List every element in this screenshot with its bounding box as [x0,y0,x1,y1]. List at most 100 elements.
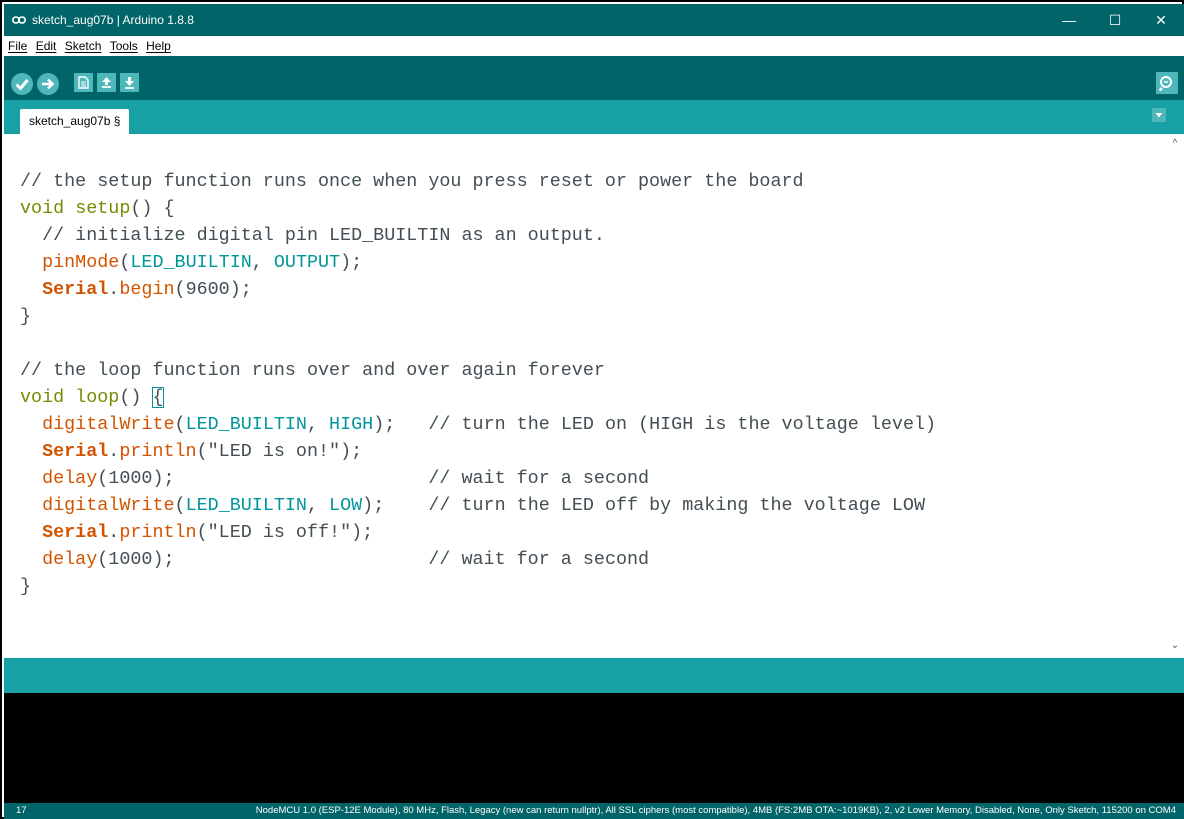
save-icon [125,77,134,89]
title-bar: sketch_aug07b | Arduino 1.8.8 — ☐ ✕ [4,4,1184,36]
code-token: . [108,522,120,543]
code-line[interactable]: digitalWrite(LED_BUILTIN, HIGH); // turn… [20,411,936,438]
line-number: 17 [16,805,27,816]
new-icon [78,76,89,89]
console-output[interactable] [4,693,1184,803]
tab-sketch[interactable]: sketch_aug07b § [20,109,130,134]
arduino-ide-window: sketch_aug07b | Arduino 1.8.8 — ☐ ✕ File… [0,0,1184,819]
open-button[interactable] [97,73,116,92]
code-token: ( [119,252,131,273]
code-token: // initialize digital pin LED_BUILTIN as… [20,225,605,246]
code-token: // turn the LED off by making the voltag… [428,495,926,516]
verify-icon [15,79,29,91]
code-token: // wait for a second [428,549,650,570]
code-token: ); [340,252,363,273]
message-bar [4,658,1184,693]
code-token: LOW [329,495,363,516]
code-token: // the setup function runs once when you… [20,171,804,192]
code-token: (1000); [97,549,429,570]
close-button[interactable]: ✕ [1138,4,1184,36]
code-token: . [108,441,120,462]
code-token: LED_BUILTIN [185,414,307,435]
code-token: digitalWrite [42,495,175,516]
serial-monitor-button[interactable] [1156,72,1178,94]
window-title: sketch_aug07b | Arduino 1.8.8 [32,13,194,27]
code-line[interactable]: void loop() { [20,384,936,411]
code-token: Serial [42,279,109,300]
code-token: (1000); [97,468,429,489]
code-token: OUTPUT [273,252,341,273]
arduino-logo-icon [12,16,26,24]
code-token: () { [130,198,175,219]
code-token: ("LED is on!"); [196,441,363,462]
maximize-button[interactable]: ☐ [1092,4,1138,36]
code-line[interactable] [20,330,936,357]
code-text[interactable]: // the setup function runs once when you… [20,168,936,600]
code-token: // the loop function runs over and over … [20,360,605,381]
code-token: delay [42,468,98,489]
serial-monitor-icon [1158,76,1172,92]
code-token: Serial [42,522,109,543]
menu-file[interactable]: File [6,36,29,53]
code-token: ); [362,495,429,516]
code-token: . [108,279,120,300]
code-token: void [20,198,65,219]
menu-bar: File Edit Sketch Tools Help [4,36,1184,56]
code-line[interactable]: Serial.println("LED is off!"); [20,519,936,546]
code-line[interactable]: delay(1000); // wait for a second [20,465,936,492]
menu-tools[interactable]: Tools [108,36,140,53]
code-token: digitalWrite [42,414,175,435]
code-line[interactable]: pinMode(LED_BUILTIN, OUTPUT); [20,249,936,276]
code-line[interactable]: } [20,573,936,600]
minimize-button[interactable]: — [1046,4,1092,36]
tab-bar: sketch_aug07b § [4,100,1184,134]
verify-button[interactable] [11,73,33,95]
code-token: () [119,387,153,408]
code-line[interactable]: // initialize digital pin LED_BUILTIN as… [20,222,936,249]
code-editor[interactable]: // the setup function runs once when you… [4,134,1184,658]
code-token: , [306,495,330,516]
code-token: } [20,576,32,597]
code-token: setup [75,198,131,219]
code-token: Serial [42,441,109,462]
save-button[interactable] [120,73,139,92]
code-line[interactable]: } [20,303,936,330]
code-token: { [152,387,164,408]
menu-help[interactable]: Help [144,36,173,53]
code-token: , [306,414,330,435]
open-icon [102,77,111,88]
code-token: , [251,252,274,273]
code-line[interactable]: // the loop function runs over and over … [20,357,936,384]
code-token: println [119,441,197,462]
code-line[interactable]: void setup() { [20,195,936,222]
code-line[interactable]: delay(1000); // wait for a second [20,546,936,573]
code-token: LED_BUILTIN [185,495,307,516]
code-token: delay [42,549,98,570]
code-token: pinMode [42,252,120,273]
toolbar [4,56,1184,100]
board-config: NodeMCU 1.0 (ESP-12E Module), 80 MHz, Fl… [255,805,1176,816]
scroll-up-arrow-icon[interactable]: ^ [1168,138,1182,152]
menu-edit[interactable]: Edit [34,36,59,53]
code-token: LED_BUILTIN [130,252,252,273]
code-line[interactable]: // the setup function runs once when you… [20,168,936,195]
scroll-down-arrow-icon[interactable]: ⌄ [1168,640,1182,654]
code-line[interactable]: Serial.println("LED is on!"); [20,438,936,465]
menu-sketch[interactable]: Sketch [63,36,104,53]
code-token: ( [174,495,186,516]
upload-button[interactable] [37,73,59,95]
code-line[interactable]: Serial.begin(9600); [20,276,936,303]
code-line[interactable]: digitalWrite(LED_BUILTIN, LOW); // turn … [20,492,936,519]
new-button[interactable] [74,73,93,92]
upload-icon [42,78,55,90]
tab-menu-button[interactable] [1152,108,1166,122]
